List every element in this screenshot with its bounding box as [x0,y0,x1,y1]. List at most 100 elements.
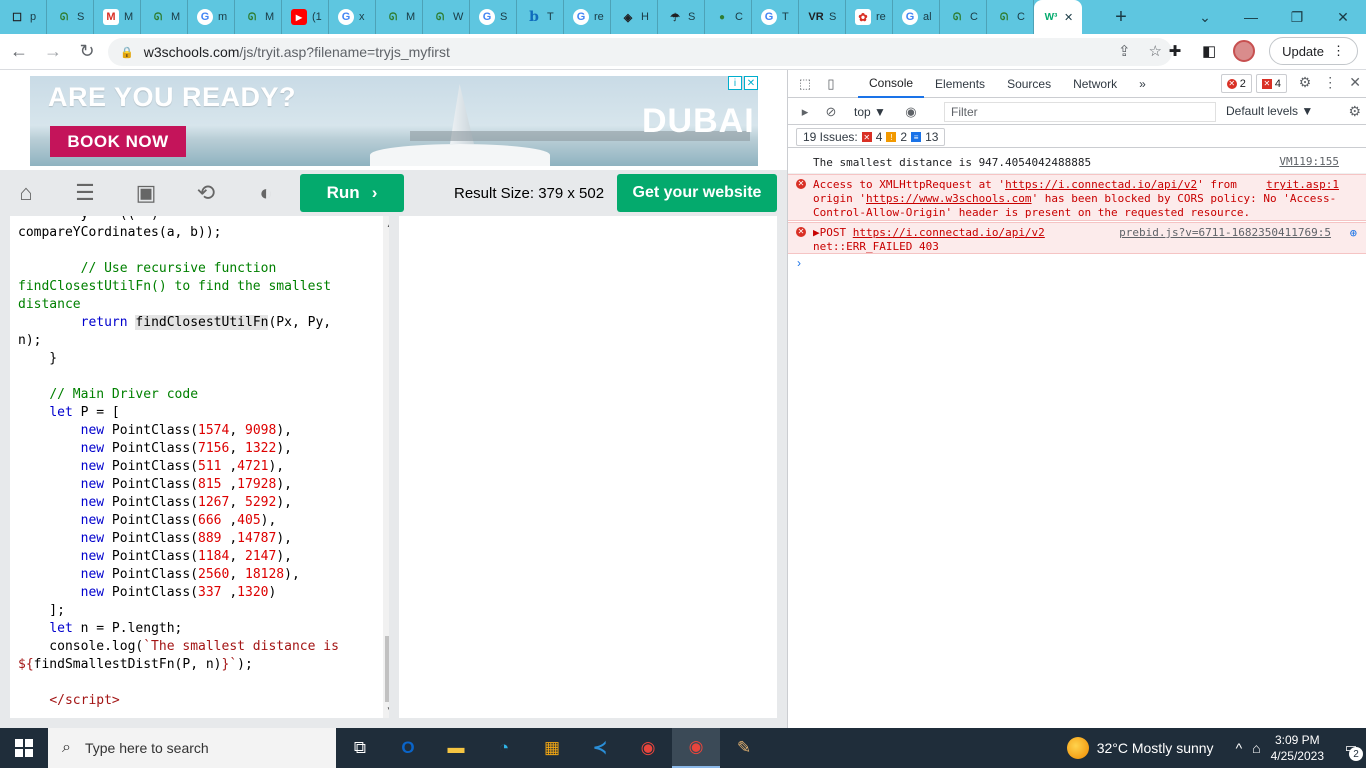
tab-search-icon[interactable]: ⌄ [1182,0,1228,34]
minimize-icon[interactable]: — [1228,0,1274,34]
address-bar[interactable]: 🔒 w3schools.com/js/tryit.asp?filename=tr… [108,38,1172,66]
context-select[interactable]: top ▼ [854,105,886,119]
browser-tab[interactable]: MM [94,0,141,34]
console-settings-icon[interactable]: ⚙ [1348,103,1361,120]
browser-tab[interactable]: ◈ H [611,0,658,34]
browser-tab[interactable]: ● C [705,0,752,34]
browser-tab[interactable]: Gal [893,0,940,34]
browser-tab[interactable]: ☂ S [658,0,705,34]
file-explorer-icon[interactable]: ▬ [432,728,480,768]
error-url-link[interactable]: https://i.connectad.io/api/v2 [1005,178,1197,191]
extensions-icon[interactable]: ✚ [1165,42,1185,60]
sidebar-toggle-icon[interactable]: ▸ [792,99,818,125]
home-icon[interactable]: ⌂ [13,180,39,206]
code-text[interactable]: y (( )compareYCordinates(a, b)); // Use … [18,216,374,710]
browser-tab[interactable]: ᘏM [376,0,423,34]
inspect-icon[interactable]: ⬚ [792,71,818,97]
console-filter-input[interactable]: Filter [944,102,1216,122]
live-expression-eye-icon[interactable]: ◉ [898,99,924,125]
weather-widget[interactable]: 32°C Mostly sunny [1066,737,1214,759]
save-icon[interactable]: ▣ [133,180,159,206]
browser-tab[interactable]: Gm [188,0,235,34]
browser-tab[interactable]: Gx [329,0,376,34]
warning-counter[interactable]: ✕ 4 [1255,74,1287,93]
vscode-icon[interactable]: ≺ [576,728,624,768]
browser-tab[interactable]: GT [752,0,799,34]
editor-scrollbar[interactable]: ▲ ▼ [383,216,389,718]
windows-start-icon[interactable] [0,728,48,768]
browser-tab[interactable]: ᘏC [940,0,987,34]
close-devtools-icon[interactable]: ✕ [1349,74,1361,91]
browser-tab[interactable]: Gre [564,0,611,34]
dark-mode-icon[interactable]: ◐ [253,180,279,206]
browser-tab[interactable]: ᘏW [423,0,470,34]
log-levels-select[interactable]: Default levels ▼ [1226,104,1313,118]
side-panel-icon[interactable]: ◧ [1199,42,1219,60]
chrome-icon[interactable]: ◉ [624,728,672,768]
get-your-website-button[interactable]: Get your website [617,174,777,212]
error-source-link[interactable]: tryit.asp:1 [1266,178,1339,192]
browser-tab[interactable]: ☐ p [0,0,47,34]
code-editor[interactable]: y (( )compareYCordinates(a, b)); // Use … [10,216,389,718]
profile-avatar[interactable] [1233,40,1256,62]
clock[interactable]: 3:09 PM 4/25/2023 [1271,732,1324,764]
ad-banner[interactable]: ARE YOU READY? BOOK NOW DUBAI i ✕ [30,76,758,166]
reload-icon[interactable]: ↻ [72,37,102,67]
tab-elements[interactable]: Elements [924,70,996,98]
tab-console[interactable]: Console [858,70,925,98]
paint-icon[interactable]: ✎ [720,728,768,768]
taskbar-search[interactable]: ⌕ Type here to search [48,728,336,768]
browser-tab[interactable]: ᘏM [141,0,188,34]
scroll-thumb[interactable] [385,636,389,702]
rotate-layout-icon[interactable]: ⟲ [193,180,219,206]
ad-choices[interactable]: i ✕ [728,76,758,90]
post-url-link[interactable]: https://i.connectad.io/api/v2 [853,226,1045,239]
edge-icon[interactable]: ◔ [480,728,528,768]
close-tab-icon[interactable]: ✕ [1064,11,1073,24]
new-tab-button[interactable]: + [1108,4,1134,30]
browser-tab[interactable]: ᘏM [235,0,282,34]
error-counter[interactable]: ✕ 2 [1220,74,1252,93]
browser-tab[interactable]: GS [470,0,517,34]
kebab-menu-icon[interactable]: ⋮ [1323,74,1337,91]
share-icon[interactable]: ⇪ [1118,42,1131,60]
settings-gear-icon[interactable]: ⚙ [1299,74,1312,91]
browser-tab[interactable]: ▶ (1 [282,0,329,34]
network-panel-icon[interactable]: ⊕ [1350,226,1357,240]
run-button[interactable]: Run › [300,174,404,212]
scroll-up-icon[interactable]: ▲ [386,220,389,229]
active-browser-tab[interactable]: W³ ✕ [1034,0,1082,34]
ad-close-icon[interactable]: ✕ [744,76,758,90]
more-tabs-icon[interactable]: » [1128,70,1157,98]
browser-tab[interactable]: bT [517,0,564,34]
book-now-button[interactable]: BOOK NOW [50,126,186,157]
issues-button[interactable]: 19 Issues: ✕ 4 ! 2 ≡ 13 [796,128,946,146]
back-icon[interactable]: ← [4,37,34,67]
browser-tab[interactable]: VR S [799,0,846,34]
scroll-down-icon[interactable]: ▼ [386,705,389,714]
task-view-icon[interactable]: ⧉ [336,728,384,768]
clear-console-icon[interactable]: ⊘ [818,99,844,125]
tray-chevron-icon[interactable]: ^ [1236,740,1243,756]
update-button[interactable]: Update ⋮ [1269,37,1358,65]
browser-tab[interactable]: ᘏC [987,0,1034,34]
forward-icon[interactable]: → [38,37,68,67]
browser-tab[interactable]: ✿ re [846,0,893,34]
device-toolbar-icon[interactable]: ▯ [818,71,844,97]
outlook-icon[interactable]: O [384,728,432,768]
browser-tab[interactable]: ᘏS [47,0,94,34]
menu-icon[interactable]: ☰ [72,180,98,206]
tab-sources[interactable]: Sources [996,70,1062,98]
ad-info-icon[interactable]: i [728,76,742,90]
prebid-source-link[interactable]: prebid.js?v=6711-1682350411769:5 [1119,226,1331,240]
console-prompt[interactable]: › [797,256,801,270]
network-icon[interactable]: ⌂ [1252,740,1260,756]
origin-url-link[interactable]: https://www.w3schools.com [866,192,1032,205]
notification-center-icon[interactable]: ▭2 [1336,728,1366,768]
store-icon[interactable]: ▦ [528,728,576,768]
chrome-profile-icon[interactable]: ◉ [672,728,720,768]
tab-network[interactable]: Network [1062,70,1128,98]
close-window-icon[interactable]: ✕ [1320,0,1366,34]
bookmark-star-icon[interactable]: ☆ [1149,42,1162,60]
log-source-link[interactable]: VM119:155 [1279,155,1339,169]
